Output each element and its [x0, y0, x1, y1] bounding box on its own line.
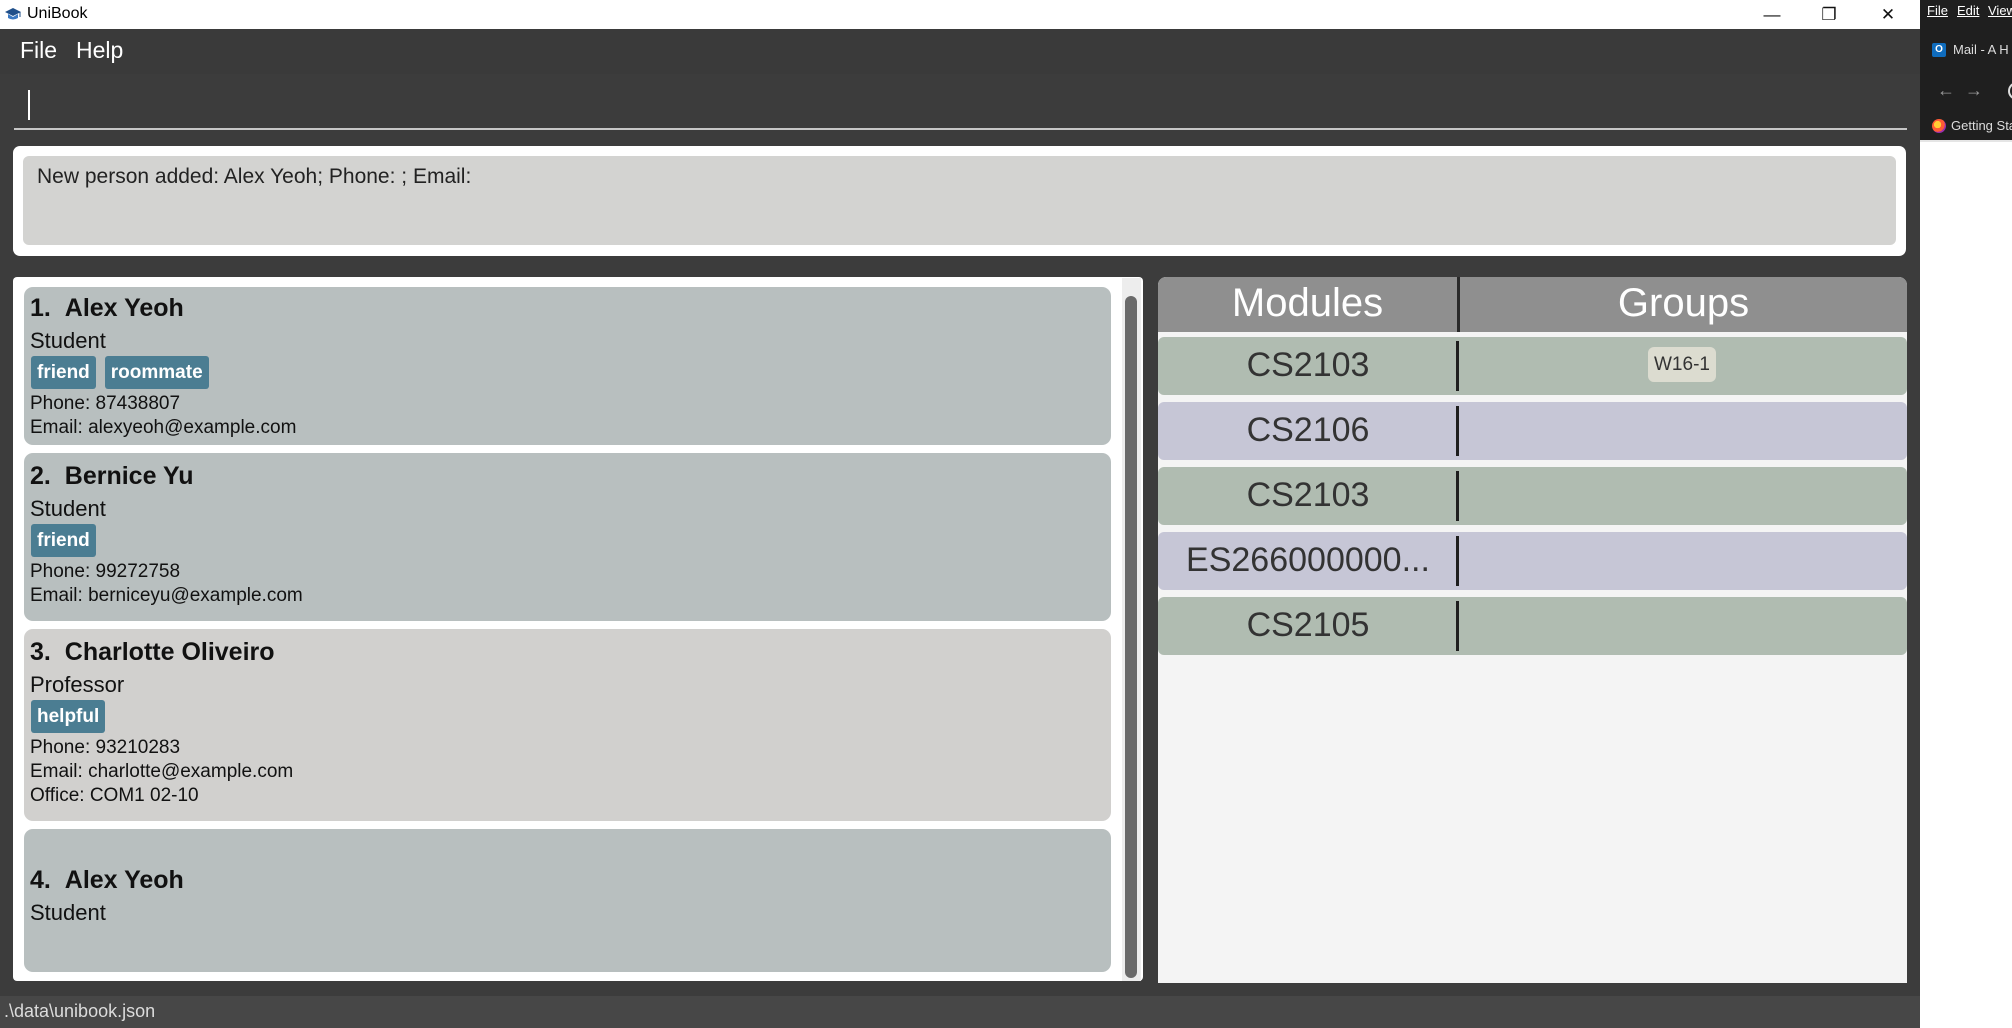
outlook-icon: O	[1932, 42, 1946, 57]
minimize-icon: —	[1763, 4, 1781, 24]
column-divider	[1456, 536, 1459, 586]
person-role: Student	[30, 496, 106, 521]
person-name: 3. Charlotte Oliveiro	[30, 638, 275, 666]
command-box	[0, 74, 1920, 136]
tag-list: friend roommate	[31, 356, 209, 389]
module-code: CS2106	[1246, 411, 1370, 449]
module-row[interactable]: CS2106	[1158, 402, 1907, 460]
table-header: Modules Groups	[1158, 277, 1907, 332]
browser-menu-view[interactable]: View	[1988, 3, 2012, 18]
bookmark-label: Getting Star	[1951, 118, 2012, 133]
unibook-window: UniBook — ❐ ✕ File Help New person added…	[0, 0, 1920, 1028]
browser-menu-edit[interactable]: Edit	[1957, 3, 1979, 18]
module-code: ES266000000...	[1186, 541, 1430, 579]
address-bar-edge[interactable]	[2008, 82, 2012, 100]
person-email: Email: alexyeoh@example.com	[30, 417, 297, 438]
person-card[interactable]: 1. Alex Yeoh Student friend roommate Pho…	[24, 287, 1111, 445]
module-row[interactable]: ES266000000...	[1158, 532, 1907, 590]
text-caret	[28, 90, 30, 120]
data-file-path: .\data\unibook.json	[4, 1001, 156, 1021]
person-email: Email: charlotte@example.com	[30, 761, 294, 782]
tag: friend	[31, 524, 96, 557]
column-divider	[1456, 471, 1459, 521]
groups-column-header: Groups	[1617, 281, 1750, 325]
menu-help[interactable]: Help	[76, 37, 123, 64]
title-bar: UniBook — ❐ ✕	[0, 0, 1920, 29]
person-card[interactable]: 3. Charlotte Oliveiro Professor helpful …	[24, 629, 1111, 821]
divider	[1920, 140, 2012, 142]
person-role: Student	[30, 328, 106, 353]
status-bar: .\data\unibook.json	[0, 996, 1920, 1028]
browser-tab-title: Mail - A H I	[1953, 42, 2012, 57]
person-card[interactable]: 2. Bernice Yu Student friend Phone: 9927…	[24, 453, 1111, 621]
modules-table: Modules Groups CS2103 W16-1 CS2106 CS210…	[1158, 277, 1907, 983]
minimize-button[interactable]: —	[1743, 0, 1801, 29]
tag: roommate	[104, 356, 209, 389]
command-input[interactable]	[14, 86, 1907, 130]
result-message: New person added: Alex Yeoh; Phone: ; Em…	[37, 165, 472, 188]
window-title: UniBook	[27, 5, 88, 22]
browser-tab[interactable]: O Mail - A H I	[1932, 42, 2012, 57]
column-divider	[1456, 406, 1459, 456]
menu-file[interactable]: File	[20, 37, 57, 64]
person-phone: Phone: 93210283	[30, 737, 181, 758]
person-office: Office: COM1 02-10	[30, 785, 199, 806]
forward-arrow-icon[interactable]: →	[1965, 80, 1983, 101]
module-code: CS2103	[1246, 476, 1370, 514]
tag: friend	[31, 356, 96, 389]
module-row[interactable]: CS2103	[1158, 467, 1907, 525]
browser-toolbar: File Edit View O Mail - A H I ← → Gettin…	[1920, 0, 2012, 140]
modules-column-header: Modules	[1231, 281, 1384, 325]
tag: helpful	[31, 700, 106, 733]
person-phone: Phone: 87438807	[30, 393, 181, 414]
tag-list: helpful	[31, 700, 106, 733]
restore-icon: ❐	[1821, 4, 1837, 24]
column-divider	[1456, 601, 1459, 651]
back-arrow-icon[interactable]: ←	[1937, 80, 1955, 101]
graduation-cap-icon	[5, 8, 21, 20]
person-name: 1. Alex Yeoh	[30, 294, 184, 322]
menu-bar: File Help	[0, 29, 1920, 74]
scrollbar-thumb[interactable]	[1125, 296, 1137, 978]
person-role: Student	[30, 900, 106, 925]
module-row[interactable]: CS2105	[1158, 597, 1907, 655]
background-browser-window: File Edit View O Mail - A H I ← → Gettin…	[1920, 0, 2012, 1028]
person-card[interactable]: 4. Alex Yeoh Student	[24, 829, 1111, 972]
browser-menu-file[interactable]: File	[1927, 3, 1948, 18]
restore-button[interactable]: ❐	[1800, 0, 1858, 29]
close-button[interactable]: ✕	[1859, 0, 1917, 29]
module-code: CS2103	[1246, 346, 1370, 384]
group-badge: W16-1	[1648, 347, 1716, 382]
module-code: CS2105	[1246, 606, 1370, 644]
module-row[interactable]: CS2103 W16-1	[1158, 337, 1907, 395]
firefox-icon	[1932, 118, 1946, 133]
column-divider	[1456, 341, 1459, 391]
person-name: 4. Alex Yeoh	[30, 866, 184, 894]
bookmark-item[interactable]: Getting Star	[1932, 118, 2012, 133]
person-phone: Phone: 99272758	[30, 561, 181, 582]
person-name: 2. Bernice Yu	[30, 462, 194, 490]
close-icon: ✕	[1880, 4, 1896, 24]
person-role: Professor	[30, 672, 125, 697]
person-email: Email: berniceyu@example.com	[30, 585, 303, 606]
tag-list: friend	[31, 524, 96, 557]
